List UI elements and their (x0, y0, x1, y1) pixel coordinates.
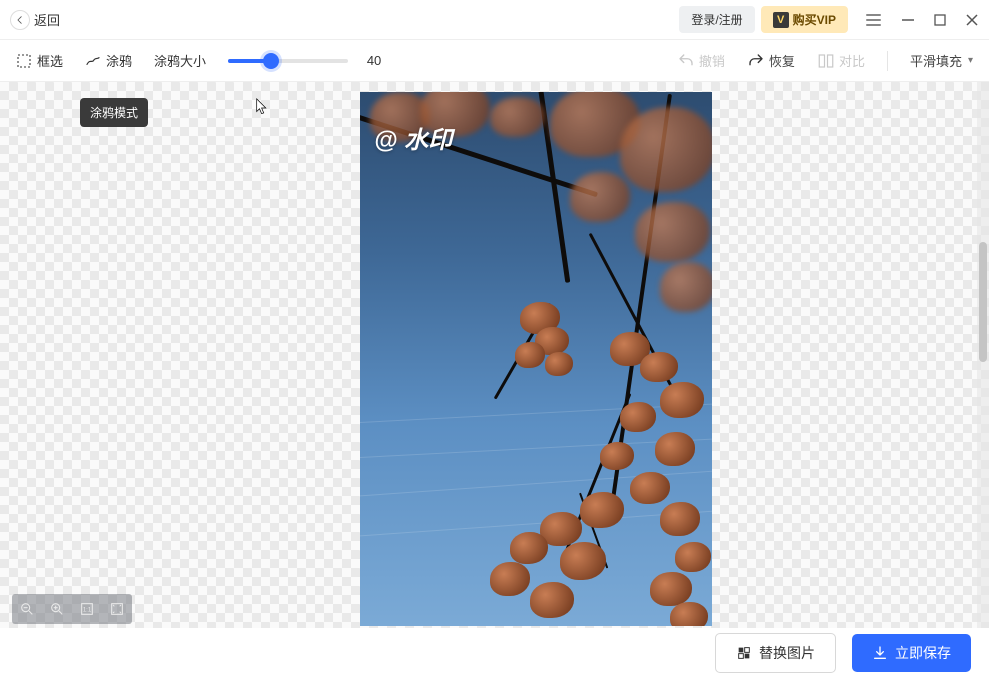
zoom-tray: 1:1 (12, 594, 132, 624)
compare-icon (817, 52, 835, 70)
vertical-scrollbar[interactable] (977, 82, 989, 628)
edited-image[interactable]: @ 水印 (360, 92, 712, 626)
toolbar: 框选 涂鸦 涂鸦大小 40 撤销 恢复 对比 平滑填充 ▾ (0, 40, 989, 82)
box-select-tool[interactable]: 框选 (16, 51, 63, 70)
replace-image-button[interactable]: 替换图片 (715, 633, 836, 673)
redo-icon (747, 52, 765, 70)
undo-button: 撤销 (677, 51, 725, 70)
window-controls (901, 13, 979, 27)
undo-icon (677, 52, 695, 70)
box-select-icon (16, 53, 32, 69)
scribble-icon (85, 53, 101, 69)
actual-size-icon[interactable]: 1:1 (76, 598, 98, 620)
scribble-mode-tooltip: 涂鸦模式 (80, 98, 148, 127)
minimize-icon[interactable] (901, 13, 915, 27)
zoom-in-icon[interactable] (46, 598, 68, 620)
replace-icon (736, 645, 752, 661)
fill-mode-dropdown[interactable]: 平滑填充 ▾ (910, 51, 973, 70)
svg-text:1:1: 1:1 (83, 608, 92, 614)
close-icon[interactable] (965, 13, 979, 27)
scribble-tool[interactable]: 涂鸦 (85, 51, 132, 70)
canvas-area[interactable]: 涂鸦模式 (0, 82, 989, 628)
slider-thumb[interactable] (263, 53, 279, 69)
footer: 替换图片 立即保存 (715, 628, 989, 678)
zoom-out-icon[interactable] (16, 598, 38, 620)
back-button[interactable]: 返回 (10, 10, 60, 30)
scribble-size-value: 40 (362, 53, 386, 68)
vip-v-icon: V (773, 12, 789, 28)
toolbar-divider (887, 51, 888, 71)
scrollbar-thumb[interactable] (979, 242, 987, 362)
maximize-icon[interactable] (933, 13, 947, 27)
hamburger-menu-icon[interactable] (866, 14, 881, 26)
back-label: 返回 (34, 10, 60, 29)
save-now-button[interactable]: 立即保存 (852, 634, 971, 672)
titlebar: 返回 登录/注册 V 购买VIP (0, 0, 989, 40)
compare-button: 对比 (817, 51, 865, 70)
back-arrow-icon (10, 10, 30, 30)
scribble-size-label: 涂鸦大小 (154, 51, 206, 70)
login-register-button[interactable]: 登录/注册 (679, 6, 754, 33)
download-icon (872, 645, 888, 661)
chevron-down-icon: ▾ (968, 55, 973, 66)
scribble-size-control: 40 (228, 53, 386, 68)
buy-vip-button[interactable]: V 购买VIP (761, 6, 848, 33)
watermark-text: @ 水印 (374, 120, 452, 155)
cursor-icon (256, 98, 270, 118)
fit-screen-icon[interactable] (106, 598, 128, 620)
redo-button[interactable]: 恢复 (747, 51, 795, 70)
scribble-size-slider[interactable] (228, 59, 348, 63)
